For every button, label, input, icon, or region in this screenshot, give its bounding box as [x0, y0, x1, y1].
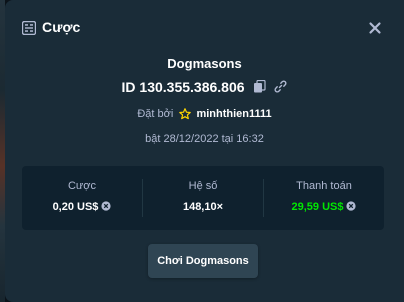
stat-multiplier: Hệ số 148,10× [143, 166, 263, 230]
bet-stats-panel: Cược 0,20 US$ Hệ số 148,10× Thanh toán 2… [22, 166, 384, 230]
game-name: Dogmasons [167, 56, 242, 71]
star-icon [179, 108, 192, 120]
bet-date: bật 28/12/2022 tại 16:32 [145, 133, 264, 145]
stat-payout: Thanh toán 29,59 US$ [264, 166, 384, 230]
copy-icon[interactable] [253, 80, 266, 93]
currency-coin-icon [346, 201, 357, 211]
username-link[interactable]: minhthien1111 [196, 108, 271, 120]
currency-coin-icon [101, 201, 112, 211]
bet-id: ID 130.355.386.806 [121, 78, 245, 95]
play-game-button[interactable]: Chơi Dogmasons [148, 244, 258, 278]
stat-multiplier-label: Hệ số [188, 180, 218, 192]
stat-bet-label: Cược [67, 180, 97, 192]
placed-by-label: Đặt bởi [137, 108, 174, 121]
close-icon[interactable] [366, 19, 384, 37]
placed-by-row: Đặt bởi minhthien1111 [5, 108, 404, 120]
bet-details-modal: Cược Dogmasons ID 130.355.386.806 Đặt bở… [5, 0, 404, 302]
bet-id-row: ID 130.355.386.806 [5, 78, 404, 96]
stat-bet-value: 0,20 US$ [52, 201, 99, 213]
stat-payout-value: 29,59 US$ [291, 201, 344, 213]
modal-title: Cược [42, 19, 81, 35]
stat-payout-value-row: 29,59 US$ [264, 201, 384, 213]
stat-payout-label: Thanh toán [296, 180, 352, 192]
link-icon[interactable] [274, 80, 287, 93]
bet-slip-icon [22, 21, 36, 35]
stat-bet-value-row: 0,20 US$ [22, 201, 142, 213]
stat-multiplier-value: 148,10× [182, 201, 224, 213]
stat-bet: Cược 0,20 US$ [22, 166, 142, 230]
modal-header: Cược [5, 0, 404, 56]
